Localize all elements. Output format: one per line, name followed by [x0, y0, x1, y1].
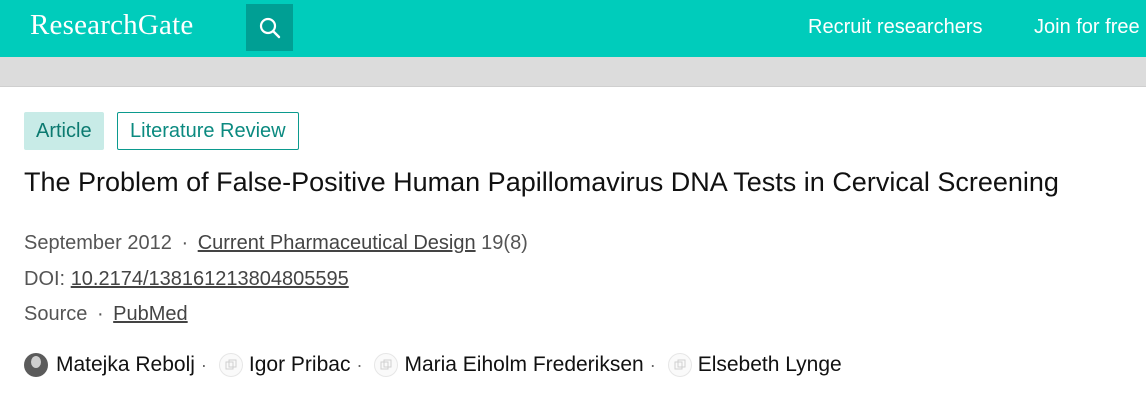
author-name[interactable]: Matejka Rebolj — [56, 353, 195, 377]
join-for-free-link[interactable]: Join for free — [1034, 16, 1140, 39]
article-type-badge: Article — [24, 112, 104, 150]
doi-link[interactable]: 10.2174/138161213804805595 — [71, 268, 349, 290]
avatar-placeholder-icon — [374, 353, 399, 377]
author-name[interactable]: Elsebeth Lynge — [698, 353, 842, 377]
page-title: The Problem of False-Positive Human Papi… — [24, 167, 1059, 197]
publication-date-line: September 2012 · Current Pharmaceutical … — [24, 232, 528, 255]
publication-date: September 2012 — [24, 232, 172, 254]
source-link[interactable]: PubMed — [113, 303, 188, 325]
top-navigation-bar: ResearchGate Recruit researchers Join fo… — [0, 0, 1146, 57]
journal-link[interactable]: Current Pharmaceutical Design — [198, 232, 476, 254]
literature-review-badge[interactable]: Literature Review — [117, 112, 299, 150]
separator-dot: · — [649, 354, 656, 375]
source-line: Source · PubMed — [24, 303, 188, 326]
separator-dot: · — [356, 354, 363, 375]
researchgate-logo[interactable]: ResearchGate — [30, 9, 193, 42]
journal-volume: 19(8) — [481, 232, 528, 254]
author-name[interactable]: Igor Pribac — [249, 353, 351, 377]
avatar-placeholder-icon — [667, 353, 692, 377]
separator-dot: · — [96, 303, 104, 325]
doi-label: DOI: — [24, 268, 66, 290]
separator-dot: · — [181, 232, 189, 254]
avatar[interactable] — [24, 353, 48, 377]
author-list: Matejka Rebolj · Igor Pribac · Maria Eih… — [24, 353, 842, 377]
search-button[interactable] — [246, 4, 293, 51]
secondary-toolbar — [0, 57, 1146, 87]
avatar-placeholder-icon — [218, 353, 243, 377]
recruit-researchers-link[interactable]: Recruit researchers — [808, 16, 983, 39]
doi-line: DOI: 10.2174/138161213804805595 — [24, 268, 349, 291]
source-label: Source — [24, 303, 88, 325]
author-name[interactable]: Maria Eiholm Frederiksen — [404, 353, 643, 377]
separator-dot: · — [200, 354, 207, 375]
search-icon — [259, 17, 280, 38]
